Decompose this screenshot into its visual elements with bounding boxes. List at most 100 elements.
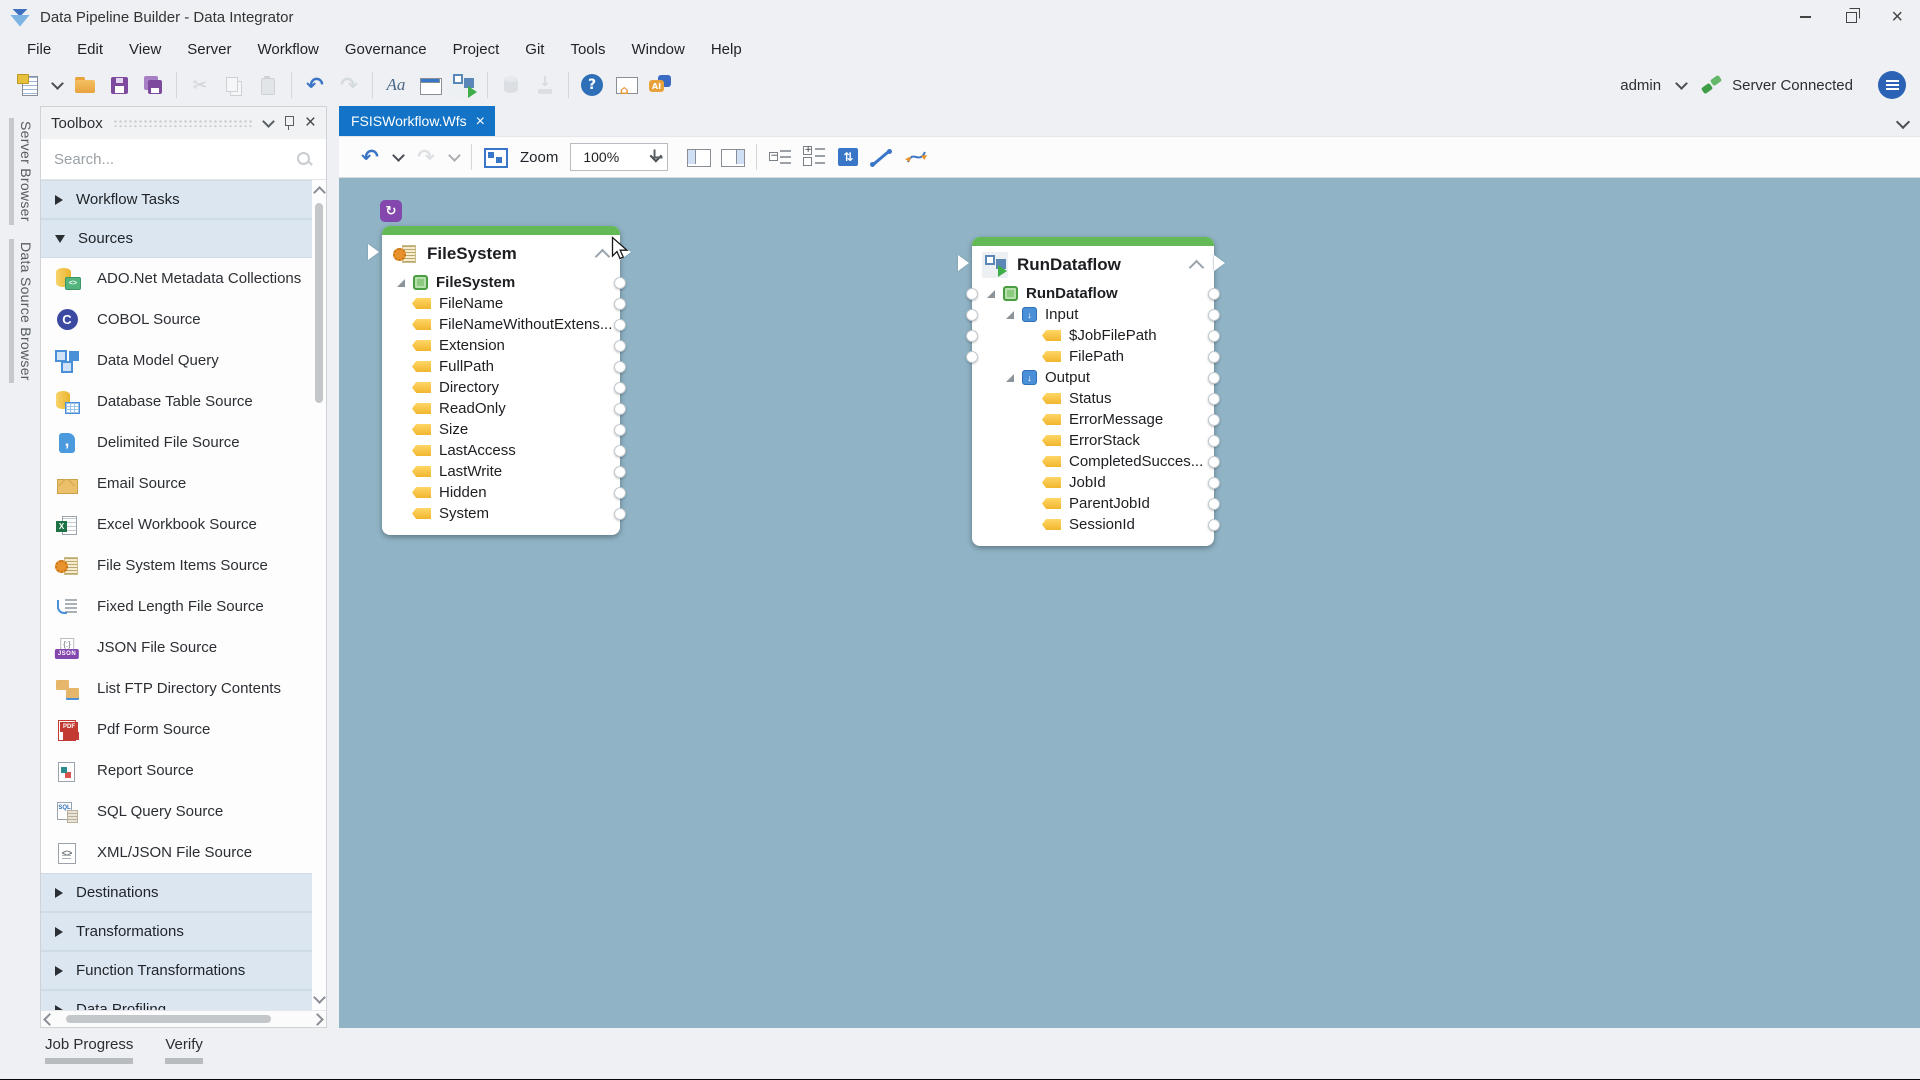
tree-row[interactable]: FullPath — [382, 356, 620, 377]
menu-item[interactable]: Governance — [332, 34, 440, 64]
scroll-right-icon[interactable] — [311, 1013, 324, 1026]
menu-item[interactable]: File — [14, 34, 64, 64]
toolbox-vertical-scrollbar[interactable] — [312, 180, 326, 1010]
node-input-connector[interactable] — [368, 244, 379, 260]
tree-row[interactable]: FileSystem — [382, 272, 620, 293]
messages-icon[interactable] — [1878, 71, 1906, 99]
collapse-node-icon[interactable] — [595, 249, 611, 265]
tree-row[interactable]: FileNameWithoutExtens... — [382, 314, 620, 335]
expander-icon[interactable] — [396, 278, 406, 288]
tree-row[interactable]: Hidden — [382, 482, 620, 503]
copy-icon[interactable] — [220, 71, 248, 99]
tree-row[interactable]: FilePath — [972, 346, 1214, 367]
menu-item[interactable]: Git — [512, 34, 557, 64]
toolbox-section-header[interactable]: Transformations — [41, 912, 312, 951]
dropdown-chevron-icon[interactable] — [390, 143, 406, 171]
tree-row[interactable]: JobId — [972, 472, 1214, 493]
tree-row[interactable]: CompletedSucces... — [972, 451, 1214, 472]
ai-assistant-icon[interactable] — [646, 71, 674, 99]
minimize-icon[interactable] — [1782, 0, 1828, 34]
workflow-node-filesystem[interactable]: FileSystemFileSystemFileNameFileNameWith… — [382, 226, 620, 535]
expand-left-panel-icon[interactable] — [685, 143, 713, 171]
menu-item[interactable]: Project — [440, 34, 513, 64]
scroll-left-icon[interactable] — [43, 1013, 56, 1026]
scroll-up-icon[interactable] — [313, 186, 326, 199]
toolbox-section-header[interactable]: Workflow Tasks — [41, 180, 312, 219]
restore-icon[interactable] — [1828, 0, 1874, 34]
tree-row[interactable]: LastAccess — [382, 440, 620, 461]
overview-icon[interactable] — [481, 143, 509, 171]
side-tab[interactable]: Data Source Browser — [9, 239, 36, 384]
toolbox-section-header[interactable]: Sources — [41, 219, 312, 258]
menu-item[interactable]: Tools — [557, 34, 618, 64]
start-page-icon[interactable] — [612, 71, 640, 99]
tree-row[interactable]: Output — [972, 367, 1214, 388]
toolbox-item[interactable]: Email Source — [41, 463, 312, 504]
redo-icon[interactable] — [335, 71, 363, 99]
tree-row[interactable]: Extension — [382, 335, 620, 356]
dropdown-chevron-icon[interactable] — [1673, 71, 1689, 99]
panel-close-icon[interactable] — [305, 113, 316, 133]
fit-layout-icon[interactable] — [834, 143, 862, 171]
tree-row[interactable]: LastWrite — [382, 461, 620, 482]
chevron-down-icon[interactable] — [264, 120, 273, 126]
collapse-node-icon[interactable] — [1189, 260, 1205, 276]
bottom-tab[interactable]: Job Progress — [45, 1036, 133, 1064]
search-input[interactable]: Search... — [54, 151, 295, 168]
toolbox-item[interactable]: File System Items Source — [41, 545, 312, 586]
cut-icon[interactable] — [186, 71, 214, 99]
tree-row[interactable]: ErrorMessage — [972, 409, 1214, 430]
side-tab[interactable]: Server Browser — [9, 118, 36, 225]
node-header[interactable]: RunDataflow — [972, 246, 1214, 281]
dropdown-chevron-icon[interactable] — [446, 143, 462, 171]
bottom-tab[interactable]: Verify — [165, 1036, 203, 1064]
toolbox-item[interactable]: COBOL Source — [41, 299, 312, 340]
menu-item[interactable]: Server — [174, 34, 244, 64]
open-icon[interactable] — [71, 71, 99, 99]
toolbox-search[interactable]: Search... — [41, 139, 326, 180]
font-icon[interactable] — [382, 71, 410, 99]
paste-icon[interactable] — [254, 71, 282, 99]
menu-item[interactable]: Window — [618, 34, 697, 64]
tree-row[interactable]: Directory — [382, 377, 620, 398]
help-icon[interactable] — [578, 71, 606, 99]
workflow-node-rundataflow[interactable]: RunDataflowRunDataflowInput$JobFilePathF… — [972, 237, 1214, 546]
straight-connector-icon[interactable] — [868, 143, 896, 171]
close-icon[interactable] — [1874, 0, 1920, 34]
panel-splitter[interactable] — [327, 106, 339, 1028]
user-menu[interactable]: admin — [1620, 77, 1661, 94]
tree-row[interactable]: Status — [972, 388, 1214, 409]
save-all-icon[interactable] — [139, 71, 167, 99]
toolbox-item[interactable]: Database Table Source — [41, 381, 312, 422]
toolbox-item[interactable]: Excel Workbook Source — [41, 504, 312, 545]
node-output-connector[interactable] — [1214, 255, 1225, 271]
toolbox-section-header[interactable]: Data Profiling — [41, 990, 312, 1010]
toolbox-item[interactable]: List FTP Directory Contents — [41, 668, 312, 709]
scroll-down-icon[interactable] — [313, 991, 326, 1004]
menu-item[interactable]: Help — [698, 34, 755, 64]
expander-icon[interactable] — [986, 289, 996, 299]
toolbox-horizontal-scrollbar[interactable] — [41, 1010, 326, 1027]
toolbox-item[interactable]: JSON File Source — [41, 627, 312, 668]
redo-icon[interactable] — [412, 143, 440, 171]
node-header[interactable]: FileSystem — [382, 235, 620, 270]
expander-icon[interactable] — [1005, 310, 1015, 320]
zoom-dropdown[interactable]: 100% — [570, 143, 668, 171]
menu-item[interactable]: View — [116, 34, 174, 64]
toolbox-header[interactable]: Toolbox — [41, 107, 326, 139]
toolbox-item[interactable]: SQL Query Source — [41, 791, 312, 832]
expand-all-icon[interactable] — [800, 143, 828, 171]
toolbox-item[interactable]: Report Source — [41, 750, 312, 791]
tree-row[interactable]: SessionId — [972, 514, 1214, 535]
toolbox-drag-grip[interactable] — [113, 119, 254, 127]
scrollbar-thumb[interactable] — [66, 1015, 271, 1023]
tree-row[interactable]: RunDataflow — [972, 283, 1214, 304]
save-icon[interactable] — [105, 71, 133, 99]
deploy-icon[interactable] — [531, 71, 559, 99]
document-tab[interactable]: FSISWorkflow.Wfs — [339, 106, 495, 136]
toolbox-item[interactable]: Data Model Query — [41, 340, 312, 381]
new-workflow-icon[interactable] — [15, 71, 43, 99]
node-input-connector[interactable] — [958, 255, 969, 271]
close-tab-icon[interactable] — [476, 113, 485, 130]
pin-icon[interactable] — [283, 115, 295, 131]
